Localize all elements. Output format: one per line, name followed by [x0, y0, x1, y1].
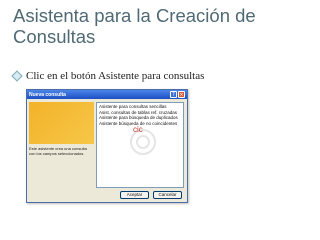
wizard-listbox[interactable]: Asistente para consultas sencillas Asist… [96, 102, 184, 188]
list-item[interactable]: Asistente para búsqueda de duplicados [99, 115, 181, 121]
wizard-description: Este asistente crea una consulta con los… [29, 146, 87, 156]
wizard-preview-image [29, 102, 94, 144]
bullet-point: Clic en el botón Asistente para consulta… [11, 70, 313, 82]
close-button[interactable]: × [178, 91, 185, 98]
dialog-titlebar[interactable]: Nueva consulta ? × [27, 90, 187, 99]
titlebar-buttons: ? × [170, 91, 185, 98]
watermark-text: cic [133, 125, 143, 134]
dialog-title: Nueva consulta [29, 91, 66, 98]
new-query-dialog: Nueva consulta ? × Este asistente crea u… [26, 89, 188, 203]
cancel-button[interactable]: Cancelar [153, 191, 182, 199]
help-button[interactable]: ? [170, 91, 177, 98]
accept-button[interactable]: Aceptar [120, 191, 149, 199]
slide-title: Asistenta para la Creación de Consultas [13, 5, 256, 47]
bullet-marker [11, 70, 23, 82]
bullet-text: Clic en el botón Asistente para consulta… [26, 70, 205, 82]
